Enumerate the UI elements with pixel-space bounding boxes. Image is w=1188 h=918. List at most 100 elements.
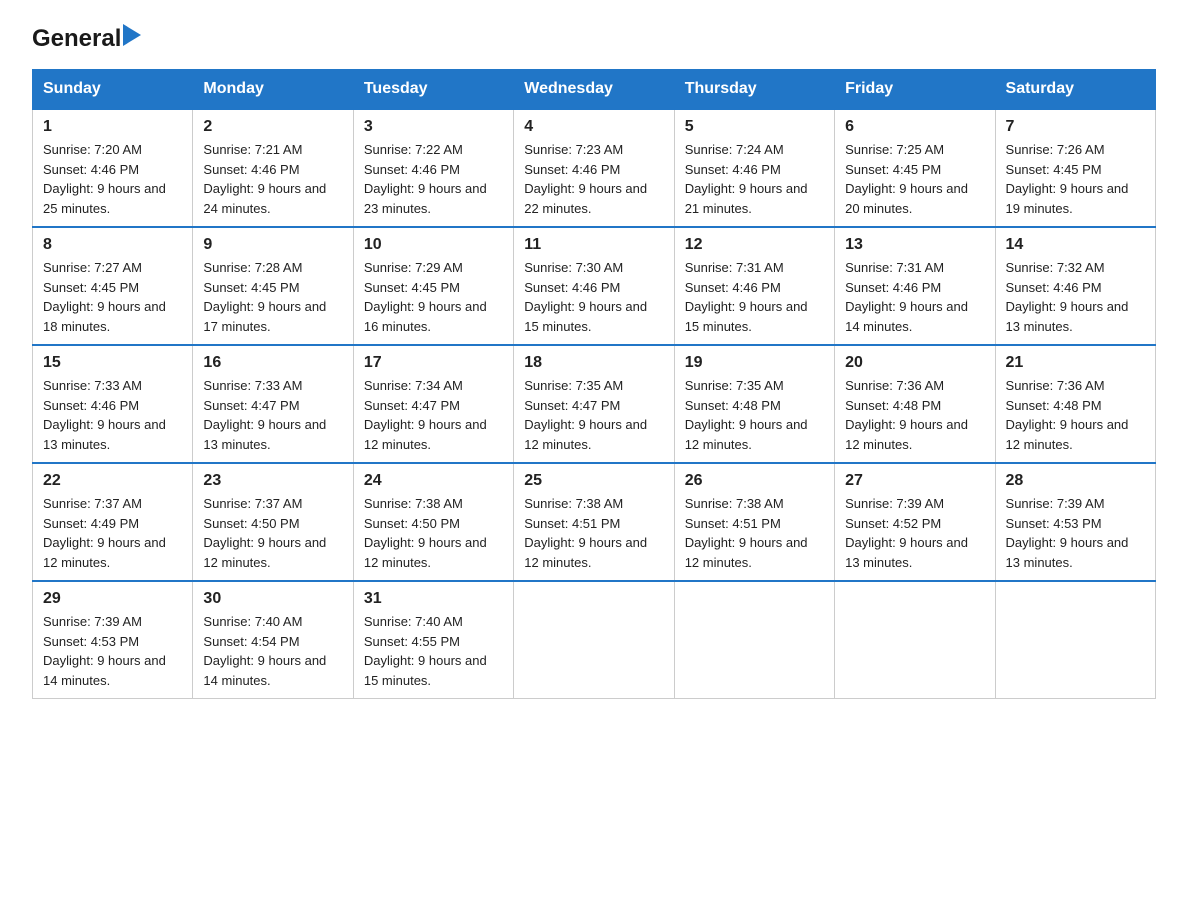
day-info: Sunrise: 7:39 AMSunset: 4:52 PMDaylight:…	[845, 494, 984, 572]
day-number: 15	[43, 354, 182, 372]
day-number: 4	[524, 118, 663, 136]
day-info: Sunrise: 7:39 AMSunset: 4:53 PMDaylight:…	[43, 612, 182, 690]
day-number: 21	[1006, 354, 1145, 372]
calendar-week-3: 15Sunrise: 7:33 AMSunset: 4:46 PMDayligh…	[33, 345, 1156, 463]
calendar-day-20: 20 Sunrise: 7:36 AMSunset: 4:48 PMDayligh…	[835, 345, 995, 463]
day-number: 22	[43, 472, 182, 490]
calendar-day-5: 5 Sunrise: 7:24 AMSunset: 4:46 PMDaylight…	[674, 109, 834, 227]
day-info: Sunrise: 7:36 AMSunset: 4:48 PMDaylight:…	[845, 376, 984, 454]
day-info: Sunrise: 7:38 AMSunset: 4:51 PMDaylight:…	[685, 494, 824, 572]
day-number: 31	[364, 590, 503, 608]
day-info: Sunrise: 7:31 AMSunset: 4:46 PMDaylight:…	[845, 258, 984, 336]
calendar-week-4: 22 Sunrise: 7:37 AMSunset: 4:49 PMDayligh…	[33, 463, 1156, 581]
calendar-day-8: 8 Sunrise: 7:27 AMSunset: 4:45 PMDaylight…	[33, 227, 193, 345]
calendar-day-30: 30 Sunrise: 7:40 AMSunset: 4:54 PMDayligh…	[193, 581, 353, 699]
calendar-day-27: 27 Sunrise: 7:39 AMSunset: 4:52 PMDayligh…	[835, 463, 995, 581]
calendar-day-empty	[995, 581, 1155, 699]
day-number: 1	[43, 118, 182, 136]
day-number: 17	[364, 354, 503, 372]
day-number: 19	[685, 354, 824, 372]
calendar-week-5: 29 Sunrise: 7:39 AMSunset: 4:53 PMDayligh…	[33, 581, 1156, 699]
calendar-day-7: 7Sunrise: 7:26 AMSunset: 4:45 PMDaylight…	[995, 109, 1155, 227]
day-info: Sunrise: 7:40 AMSunset: 4:55 PMDaylight:…	[364, 612, 503, 690]
weekday-header-wednesday: Wednesday	[514, 70, 674, 110]
day-number: 8	[43, 236, 182, 254]
calendar-day-14: 14 Sunrise: 7:32 AMSunset: 4:46 PMDayligh…	[995, 227, 1155, 345]
day-info: Sunrise: 7:30 AMSunset: 4:46 PMDaylight:…	[524, 258, 663, 336]
calendar-day-29: 29 Sunrise: 7:39 AMSunset: 4:53 PMDayligh…	[33, 581, 193, 699]
day-info: Sunrise: 7:22 AMSunset: 4:46 PMDaylight:…	[364, 140, 503, 218]
day-number: 26	[685, 472, 824, 490]
calendar-day-18: 18 Sunrise: 7:35 AMSunset: 4:47 PMDayligh…	[514, 345, 674, 463]
day-info: Sunrise: 7:40 AMSunset: 4:54 PMDaylight:…	[203, 612, 342, 690]
day-number: 13	[845, 236, 984, 254]
calendar-week-1: 1 Sunrise: 7:20 AMSunset: 4:46 PMDaylight…	[33, 109, 1156, 227]
calendar-day-3: 3Sunrise: 7:22 AMSunset: 4:46 PMDaylight…	[353, 109, 513, 227]
calendar-day-9: 9 Sunrise: 7:28 AMSunset: 4:45 PMDaylight…	[193, 227, 353, 345]
calendar-day-empty	[674, 581, 834, 699]
day-number: 10	[364, 236, 503, 254]
day-info: Sunrise: 7:26 AMSunset: 4:45 PMDaylight:…	[1006, 140, 1145, 218]
day-number: 23	[203, 472, 342, 490]
day-number: 12	[685, 236, 824, 254]
calendar-day-31: 31 Sunrise: 7:40 AMSunset: 4:55 PMDayligh…	[353, 581, 513, 699]
calendar-day-11: 11 Sunrise: 7:30 AMSunset: 4:46 PMDayligh…	[514, 227, 674, 345]
day-number: 29	[43, 590, 182, 608]
calendar-day-22: 22 Sunrise: 7:37 AMSunset: 4:49 PMDayligh…	[33, 463, 193, 581]
header: General	[32, 24, 1156, 53]
day-info: Sunrise: 7:29 AMSunset: 4:45 PMDaylight:…	[364, 258, 503, 336]
weekday-header-tuesday: Tuesday	[353, 70, 513, 110]
day-number: 18	[524, 354, 663, 372]
weekday-header-friday: Friday	[835, 70, 995, 110]
day-info: Sunrise: 7:23 AMSunset: 4:46 PMDaylight:…	[524, 140, 663, 218]
day-number: 24	[364, 472, 503, 490]
day-info: Sunrise: 7:28 AMSunset: 4:45 PMDaylight:…	[203, 258, 342, 336]
calendar-day-12: 12 Sunrise: 7:31 AMSunset: 4:46 PMDayligh…	[674, 227, 834, 345]
day-info: Sunrise: 7:31 AMSunset: 4:46 PMDaylight:…	[685, 258, 824, 336]
calendar-day-26: 26 Sunrise: 7:38 AMSunset: 4:51 PMDayligh…	[674, 463, 834, 581]
day-info: Sunrise: 7:35 AMSunset: 4:47 PMDaylight:…	[524, 376, 663, 454]
day-number: 30	[203, 590, 342, 608]
logo-arrow-icon	[123, 24, 141, 51]
calendar-day-13: 13 Sunrise: 7:31 AMSunset: 4:46 PMDayligh…	[835, 227, 995, 345]
calendar-day-1: 1 Sunrise: 7:20 AMSunset: 4:46 PMDaylight…	[33, 109, 193, 227]
calendar-day-empty	[835, 581, 995, 699]
logo-general-text: General	[32, 25, 121, 53]
day-info: Sunrise: 7:38 AMSunset: 4:51 PMDaylight:…	[524, 494, 663, 572]
day-info: Sunrise: 7:39 AMSunset: 4:53 PMDaylight:…	[1006, 494, 1145, 572]
calendar-day-10: 10 Sunrise: 7:29 AMSunset: 4:45 PMDayligh…	[353, 227, 513, 345]
calendar-day-6: 6 Sunrise: 7:25 AMSunset: 4:45 PMDaylight…	[835, 109, 995, 227]
day-number: 28	[1006, 472, 1145, 490]
day-number: 5	[685, 118, 824, 136]
day-info: Sunrise: 7:24 AMSunset: 4:46 PMDaylight:…	[685, 140, 824, 218]
calendar-day-23: 23Sunrise: 7:37 AMSunset: 4:50 PMDayligh…	[193, 463, 353, 581]
calendar: SundayMondayTuesdayWednesdayThursdayFrid…	[32, 69, 1156, 699]
day-info: Sunrise: 7:21 AMSunset: 4:46 PMDaylight:…	[203, 140, 342, 218]
day-info: Sunrise: 7:36 AMSunset: 4:48 PMDaylight:…	[1006, 376, 1145, 454]
day-info: Sunrise: 7:25 AMSunset: 4:45 PMDaylight:…	[845, 140, 984, 218]
day-info: Sunrise: 7:35 AMSunset: 4:48 PMDaylight:…	[685, 376, 824, 454]
day-info: Sunrise: 7:27 AMSunset: 4:45 PMDaylight:…	[43, 258, 182, 336]
day-info: Sunrise: 7:37 AMSunset: 4:49 PMDaylight:…	[43, 494, 182, 572]
day-info: Sunrise: 7:38 AMSunset: 4:50 PMDaylight:…	[364, 494, 503, 572]
day-info: Sunrise: 7:20 AMSunset: 4:46 PMDaylight:…	[43, 140, 182, 218]
day-number: 11	[524, 236, 663, 254]
calendar-week-2: 8 Sunrise: 7:27 AMSunset: 4:45 PMDaylight…	[33, 227, 1156, 345]
day-number: 14	[1006, 236, 1145, 254]
day-number: 20	[845, 354, 984, 372]
weekday-header-thursday: Thursday	[674, 70, 834, 110]
day-number: 27	[845, 472, 984, 490]
day-number: 6	[845, 118, 984, 136]
day-info: Sunrise: 7:32 AMSunset: 4:46 PMDaylight:…	[1006, 258, 1145, 336]
weekday-header-monday: Monday	[193, 70, 353, 110]
calendar-day-21: 21 Sunrise: 7:36 AMSunset: 4:48 PMDayligh…	[995, 345, 1155, 463]
day-number: 9	[203, 236, 342, 254]
calendar-day-28: 28 Sunrise: 7:39 AMSunset: 4:53 PMDayligh…	[995, 463, 1155, 581]
day-info: Sunrise: 7:33 AMSunset: 4:47 PMDaylight:…	[203, 376, 342, 454]
calendar-day-19: 19 Sunrise: 7:35 AMSunset: 4:48 PMDayligh…	[674, 345, 834, 463]
day-info: Sunrise: 7:34 AMSunset: 4:47 PMDaylight:…	[364, 376, 503, 454]
weekday-header-sunday: Sunday	[33, 70, 193, 110]
logo: General	[32, 24, 141, 53]
weekday-header-saturday: Saturday	[995, 70, 1155, 110]
calendar-day-25: 25Sunrise: 7:38 AMSunset: 4:51 PMDayligh…	[514, 463, 674, 581]
